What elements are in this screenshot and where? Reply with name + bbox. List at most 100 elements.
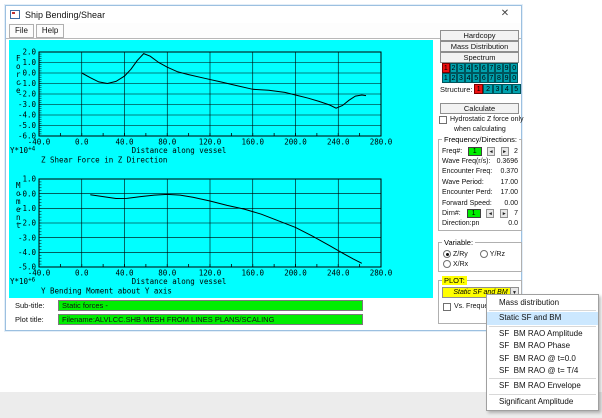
freq-row-label: Encounter Freq: [442, 168, 492, 175]
selector-cell-2[interactable]: 2 [450, 63, 458, 73]
freq-row: Encounter Freq: 0.370 [439, 167, 521, 177]
svg-text:200.0: 200.0 [284, 269, 307, 278]
selector-cell-3[interactable]: 3 [457, 63, 465, 73]
selector-cell-3[interactable]: 3 [457, 73, 465, 83]
close-icon[interactable]: ✕ [497, 7, 513, 21]
freq-row: Wave Period:17.00 [439, 177, 521, 187]
menu-item-sf-bm-rao-phase[interactable]: SF BM RAO Phase [487, 340, 598, 352]
charts-svg: 2.01.00.0-1.0-2.0-3.0-4.0-5.0-6.0-40.00.… [9, 40, 433, 298]
window-title: Ship Bending/Shear [25, 10, 105, 20]
selector-cell-7[interactable]: 7 [488, 63, 496, 73]
variable-title: Variable: [442, 238, 475, 247]
freq-row-value: 0.370 [500, 168, 518, 175]
selector-cell-5[interactable]: 5 [472, 73, 480, 83]
plot-canvas: 2.01.00.0-1.0-2.0-3.0-4.0-5.0-6.0-40.00.… [9, 40, 433, 298]
freq-row-label: Direction:pn [442, 220, 479, 227]
selector-cell-6[interactable]: 6 [480, 73, 488, 83]
menu-separator [489, 326, 596, 327]
subtitle-row: Sub-title: Static forces - [9, 299, 433, 311]
selector-cell-9[interactable]: 9 [503, 63, 511, 73]
plot-type-popup-menu: Mass distribution Static SF and BM SF BM R… [486, 294, 599, 411]
variable-group: Variable: Z/RyY/RzX/Rx [438, 242, 522, 272]
max-index-value: 2 [514, 148, 518, 155]
menu-item-static-sf-and-bm[interactable]: Static SF and BM [487, 312, 598, 324]
svg-text:-2.0: -2.0 [18, 219, 37, 228]
variable-radio-z-ry[interactable]: Z/Ry [443, 250, 468, 258]
variable-radio-y-rz[interactable]: Y/Rz [480, 250, 505, 258]
app-icon [10, 10, 20, 19]
calculate-button[interactable]: Calculate [440, 103, 519, 114]
freq-row-label: Forward Speed: [442, 200, 492, 207]
menu-item-mass-distribution[interactable]: Mass distribution [487, 297, 598, 309]
selector-cell-4[interactable]: 4 [502, 84, 511, 94]
menu-item-sf-bm-rao-amplitude[interactable]: SF BM RAO Amplitude [487, 328, 598, 340]
spectrum-row-2: 1234567890 [442, 73, 518, 83]
spin-right-icon[interactable]: ► [500, 209, 508, 218]
menu-help[interactable]: Help [36, 24, 64, 38]
mass-distribution-button[interactable]: Mass Distribution [440, 41, 519, 52]
spin-right-icon[interactable]: ► [501, 147, 509, 156]
selector-cell-2[interactable]: 2 [450, 73, 458, 83]
selector-cell-1[interactable]: 1 [442, 73, 450, 83]
freq-row-label: Wave Period: [442, 179, 484, 186]
selector-cell-1[interactable]: 1 [474, 84, 483, 94]
app-window: Ship Bending/Shear ✕ File Help 2.01.00.0… [5, 5, 522, 331]
selector-cell-5[interactable]: 5 [472, 63, 480, 73]
selector-cell-5[interactable]: 5 [512, 84, 521, 94]
max-index-value: 7 [514, 210, 518, 217]
selector-cell-6[interactable]: 6 [480, 63, 488, 73]
selector-cell-3[interactable]: 3 [493, 84, 502, 94]
svg-text:Distance along vessel: Distance along vessel [132, 277, 227, 286]
index-value-field[interactable]: 1 [468, 147, 482, 156]
svg-text:-0.0: -0.0 [18, 189, 37, 198]
selector-cell-8[interactable]: 8 [495, 73, 503, 83]
plot-group-title: PLOT: [442, 276, 467, 285]
svg-text:-3.0: -3.0 [18, 100, 37, 109]
menu-item-significant-amplitude[interactable]: Significant Amplitude [487, 396, 598, 408]
plot-title-field[interactable]: Filename:ALVLCC.SHB MESH FROM LINES PLAN… [58, 314, 363, 325]
menu-file[interactable]: File [9, 24, 34, 38]
index-value-field[interactable]: 1 [467, 209, 481, 218]
hydrostatic-checkbox[interactable] [439, 116, 447, 124]
vs-frequency-checkbox[interactable] [443, 303, 451, 311]
freq-row: Direction:pn0.0 [439, 219, 521, 229]
svg-text:Distance along vessel: Distance along vessel [132, 146, 227, 155]
hydrostatic-checkbox-label-1: Hydrostatic Z force only [450, 116, 524, 123]
spectrum-button[interactable]: Spectrum [440, 52, 519, 63]
freq-row-value: 0.00 [504, 200, 518, 207]
svg-text:Y*10+4: Y*10+4 [10, 146, 36, 156]
frequency-rows: Freq#:1◄►2Wave Freq(r/s):0.3696Encounter… [439, 140, 521, 229]
spin-left-icon[interactable]: ◄ [486, 209, 494, 218]
frequency-directions-group: Frequency/Directions: Freq#:1◄►2Wave Fre… [438, 139, 522, 231]
radio-icon[interactable] [443, 260, 451, 268]
freq-row-label: Wave Freq(r/s): [442, 158, 490, 165]
menu-item-sf-bm-rao-t-t-4[interactable]: SF BM RAO @ t= T/4 [487, 365, 598, 377]
variable-radio-x-rx[interactable]: X/Rx [443, 260, 468, 268]
selector-cell-2[interactable]: 2 [483, 84, 492, 94]
selector-cell-7[interactable]: 7 [488, 73, 496, 83]
selector-cell-9[interactable]: 9 [503, 73, 511, 83]
subtitle-field[interactable]: Static forces - [58, 300, 363, 311]
menu-item-sf-bm-rao-t-0-0[interactable]: SF BM RAO @ t=0.0 [487, 353, 598, 365]
svg-text:0.0: 0.0 [22, 69, 36, 78]
selector-cell-0[interactable]: 0 [510, 63, 518, 73]
svg-text:2.0: 2.0 [22, 48, 36, 57]
spin-left-icon[interactable]: ◄ [487, 147, 495, 156]
svg-text:-4.0: -4.0 [18, 111, 37, 120]
structure-label: Structure: [440, 85, 473, 94]
freq-row-label: Freq#: [442, 148, 462, 155]
menu-item-sf-bm-rao-envelope[interactable]: SF BM RAO Envelope [487, 380, 598, 392]
svg-text:280.0: 280.0 [370, 138, 393, 147]
selector-cell-4[interactable]: 4 [465, 73, 473, 83]
subtitle-label: Sub-title: [9, 301, 58, 310]
selector-cell-0[interactable]: 0 [510, 73, 518, 83]
menu-separator [489, 378, 596, 379]
hardcopy-button[interactable]: Hardcopy [440, 30, 519, 41]
titlebar[interactable]: Ship Bending/Shear ✕ [6, 6, 521, 23]
svg-text:Z Shear Force in Z Direction: Z Shear Force in Z Direction [41, 156, 167, 165]
radio-icon[interactable] [480, 250, 488, 258]
selector-cell-4[interactable]: 4 [465, 63, 473, 73]
selector-cell-1[interactable]: 1 [442, 63, 450, 73]
radio-icon[interactable] [443, 250, 451, 258]
selector-cell-8[interactable]: 8 [495, 63, 503, 73]
